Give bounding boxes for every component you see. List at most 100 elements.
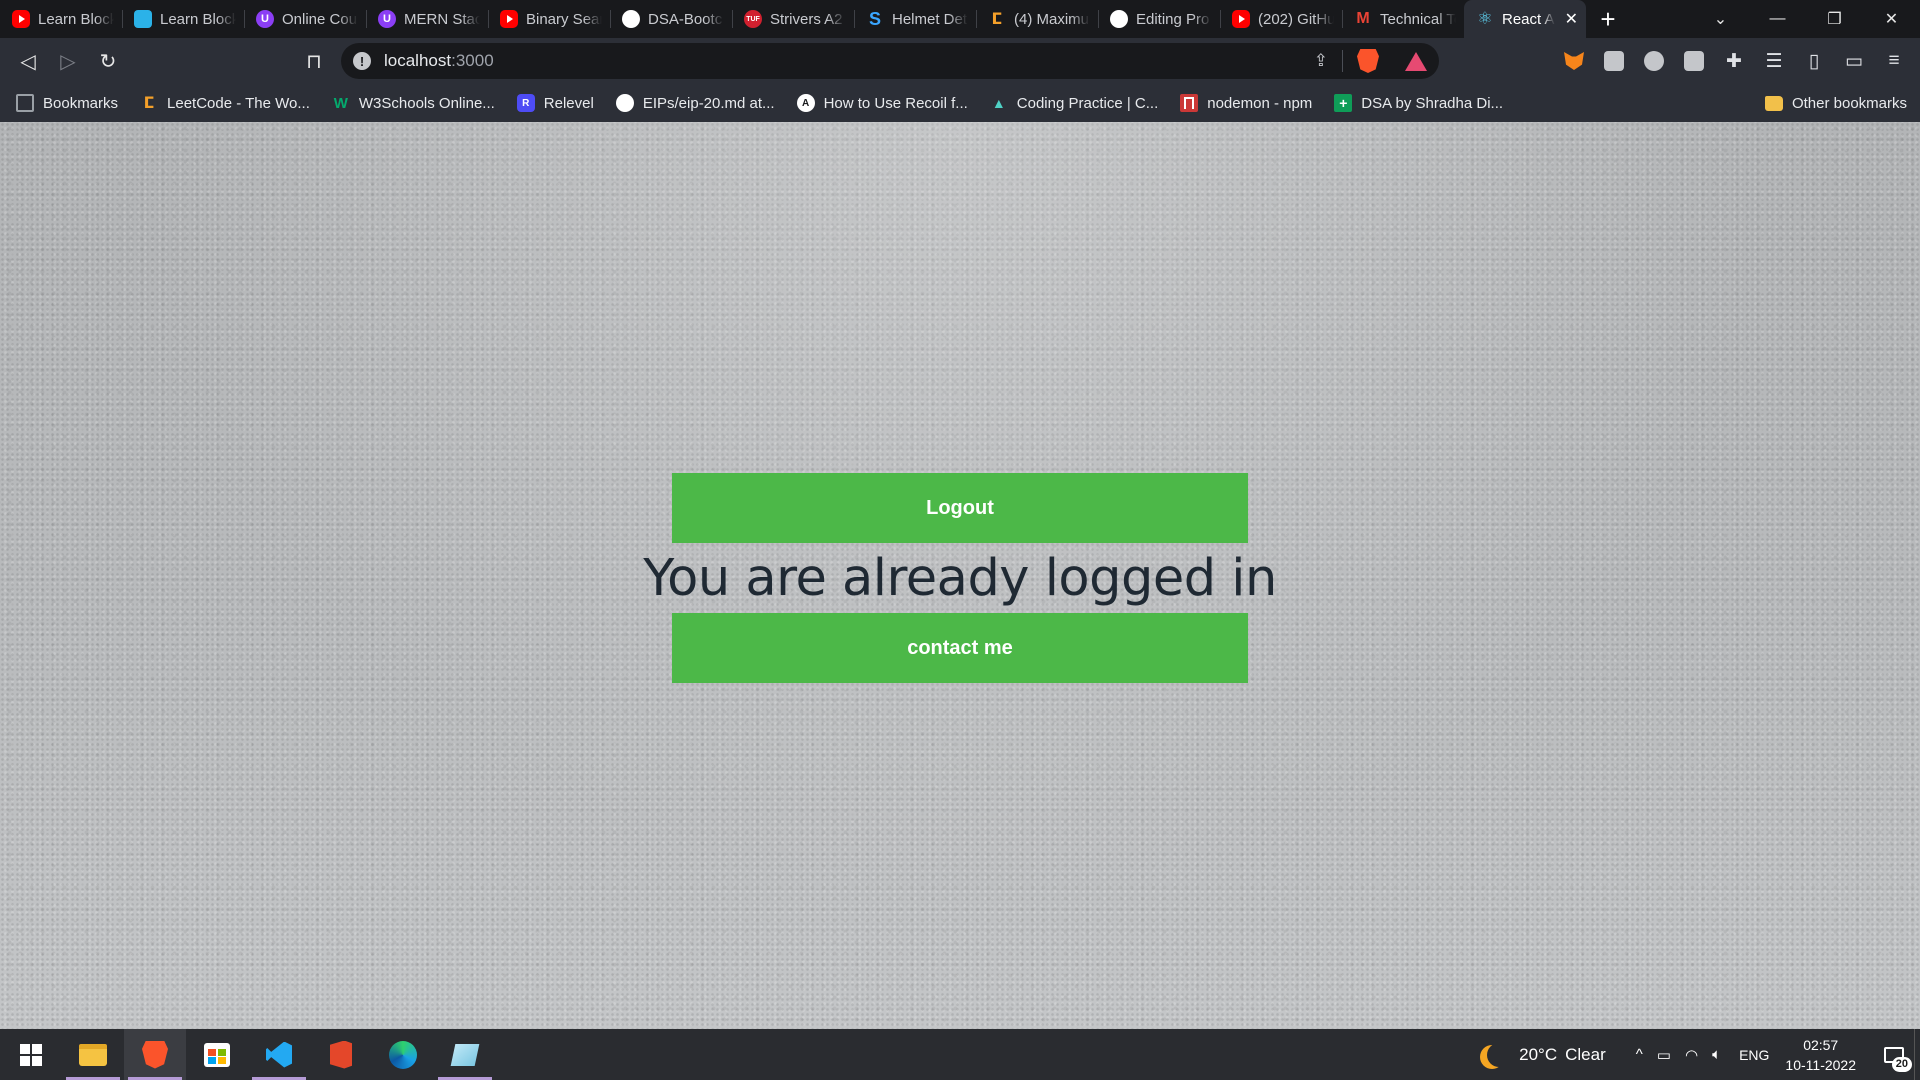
leetcode-icon: ⵎ: [143, 95, 155, 112]
windows-logo-icon: [20, 1043, 42, 1066]
contact-me-button[interactable]: contact me: [672, 613, 1248, 683]
bookmark-dsa-shradha[interactable]: + DSA by Shradha Di...: [1334, 94, 1503, 112]
volume-icon[interactable]: 🔈︎: [1712, 1046, 1721, 1063]
new-tab-button[interactable]: +: [1586, 0, 1630, 38]
office-taskbar-button[interactable]: [310, 1029, 372, 1080]
wallet-icon[interactable]: ▭: [1838, 45, 1870, 77]
divider: [1342, 50, 1343, 72]
wifi-icon[interactable]: ◠: [1685, 1046, 1698, 1064]
back-icon[interactable]: ◁: [8, 41, 48, 81]
bookmark-relevel[interactable]: R Relevel: [516, 94, 594, 112]
language-indicator[interactable]: ENG: [1739, 1047, 1769, 1063]
show-hidden-icons-icon[interactable]: ^: [1636, 1046, 1643, 1063]
tab-label: (4) Maximu: [1014, 10, 1090, 28]
bookmark-w3schools[interactable]: W W3Schools Online...: [332, 94, 495, 112]
weather-widget[interactable]: 20°C Clear: [1481, 1043, 1606, 1067]
tab-label: React A: [1502, 10, 1555, 28]
tab-react-app[interactable]: ⚛ React A ✕: [1464, 0, 1586, 38]
weather-condition: Clear: [1565, 1044, 1606, 1064]
tab-online-course[interactable]: U Online Cou: [244, 0, 366, 38]
bookmark-page-icon[interactable]: ⊓: [294, 41, 334, 81]
page-viewport: Logout You are already logged in contact…: [0, 122, 1920, 1029]
tab-binary-search[interactable]: Binary Sear: [488, 0, 610, 38]
tab-learn-block-2[interactable]: Learn Block: [122, 0, 244, 38]
site-info-icon[interactable]: !: [353, 52, 371, 70]
github-icon: [622, 10, 640, 28]
bookmark-eip20[interactable]: EIPs/eip-20.md at...: [615, 94, 775, 112]
brave-taskbar-button[interactable]: [124, 1029, 186, 1080]
metamask-icon[interactable]: [1558, 45, 1590, 77]
brave-rewards-icon[interactable]: [1405, 51, 1427, 71]
bookmark-recoil[interactable]: A How to Use Recoil f...: [796, 94, 968, 112]
store-taskbar-button[interactable]: [186, 1029, 248, 1080]
close-window-button[interactable]: ✕: [1863, 0, 1920, 38]
file-explorer-button[interactable]: [62, 1029, 124, 1080]
sheets-icon: +: [1334, 94, 1353, 112]
extension-icon[interactable]: [1598, 45, 1630, 77]
bookmark-label: W3Schools Online...: [358, 94, 495, 112]
bookmark-nodemon[interactable]: nodemon - npm: [1180, 94, 1312, 112]
logout-button[interactable]: Logout: [672, 473, 1248, 543]
tray-icons: ^ ▭ ◠ 🔈︎: [1636, 1046, 1721, 1064]
npm-icon: [1180, 94, 1199, 112]
tab-dsa-bootcamp[interactable]: DSA-Bootc: [610, 0, 732, 38]
extension-icon[interactable]: [1678, 45, 1710, 77]
tab-technical[interactable]: M Technical Te: [1342, 0, 1464, 38]
bookmark-coding-practice[interactable]: ▲ Coding Practice | C...: [990, 94, 1158, 112]
url-port: :3000: [451, 51, 494, 70]
tab-strip: Learn Block Learn Block U Online Cou U M…: [0, 0, 1920, 38]
address-bar-actions: ⇪: [1314, 49, 1427, 73]
sidebar-icon[interactable]: ▯: [1798, 45, 1830, 77]
other-bookmarks-label: Other bookmarks: [1791, 94, 1907, 112]
weather-temperature: 20°C: [1519, 1044, 1558, 1064]
notes-taskbar-button[interactable]: [434, 1029, 496, 1080]
tab-label: Learn Block: [38, 10, 114, 28]
tab-close-icon[interactable]: ✕: [1565, 9, 1578, 29]
tab-strip-spacer: [1630, 0, 1692, 38]
tab-label: (202) GitHu: [1258, 10, 1334, 28]
battery-icon[interactable]: ▭: [1657, 1046, 1671, 1064]
puzzle-icon[interactable]: ✚: [1718, 45, 1750, 77]
tab-github-video[interactable]: (202) GitHu: [1220, 0, 1342, 38]
show-desktop-button[interactable]: [1914, 1029, 1920, 1080]
address-url[interactable]: localhost:3000: [384, 51, 494, 71]
tab-maximum[interactable]: ⵎ (4) Maximu: [976, 0, 1098, 38]
tab-editing-profile[interactable]: Editing Pro: [1098, 0, 1220, 38]
tab-learn-block-1[interactable]: Learn Block: [0, 0, 122, 38]
share-icon[interactable]: ⇪: [1314, 51, 1328, 71]
tab-label: Online Cou: [282, 10, 358, 28]
bookmark-label: EIPs/eip-20.md at...: [642, 94, 775, 112]
bookmark-bookmarks[interactable]: Bookmarks: [16, 94, 118, 112]
windows-taskbar: 20°C Clear ^ ▭ ◠ 🔈︎ ENG 02:57 10-11-2022…: [0, 1029, 1920, 1080]
notification-center-button[interactable]: 20: [1874, 1029, 1914, 1080]
vscode-taskbar-button[interactable]: [248, 1029, 310, 1080]
bookmarks-bar: Bookmarks ⵎ LeetCode - The Wo... W W3Sch…: [0, 84, 1920, 122]
other-bookmarks[interactable]: Other bookmarks: [1764, 94, 1907, 112]
a-icon: A: [796, 94, 815, 112]
extension-icon[interactable]: [1638, 45, 1670, 77]
minimize-button[interactable]: —: [1749, 0, 1806, 38]
tab-label: Technical Te: [1380, 10, 1456, 28]
restore-button[interactable]: ❐: [1806, 0, 1863, 38]
youtube-icon: [12, 10, 30, 28]
url-host: localhost: [384, 51, 452, 70]
reload-icon[interactable]: ↻: [88, 41, 128, 81]
tab-helmet-detection[interactable]: S Helmet Det: [854, 0, 976, 38]
start-button[interactable]: [0, 1029, 62, 1080]
reading-list-icon[interactable]: ☰: [1758, 45, 1790, 77]
tab-mern-stack[interactable]: U MERN Stac: [366, 0, 488, 38]
edge-taskbar-button[interactable]: [372, 1029, 434, 1080]
bookmark-label: Coding Practice | C...: [1016, 94, 1159, 112]
forward-icon[interactable]: ▷: [48, 41, 88, 81]
tab-strivers[interactable]: TUF Strivers A2: [732, 0, 854, 38]
address-bar[interactable]: ! localhost:3000 ⇪: [341, 43, 1439, 79]
brave-shields-icon[interactable]: [1357, 49, 1379, 73]
clock[interactable]: 02:57 10-11-2022: [1785, 1035, 1856, 1075]
bookmark-label: DSA by Shradha Di...: [1361, 94, 1504, 112]
bookmark-leetcode[interactable]: ⵎ LeetCode - The Wo...: [140, 94, 310, 113]
menu-icon[interactable]: ≡: [1878, 45, 1910, 77]
browser-toolbar: ◁ ▷ ↻ ⊓ ! localhost:3000 ⇪ ✚ ☰ ▯ ▭ ≡: [0, 38, 1920, 84]
microsoft-store-icon: [204, 1042, 230, 1067]
tab-search-dropdown-icon[interactable]: ⌄: [1692, 0, 1749, 38]
extensions-area: ✚ ☰ ▯ ▭ ≡: [1558, 38, 1920, 84]
